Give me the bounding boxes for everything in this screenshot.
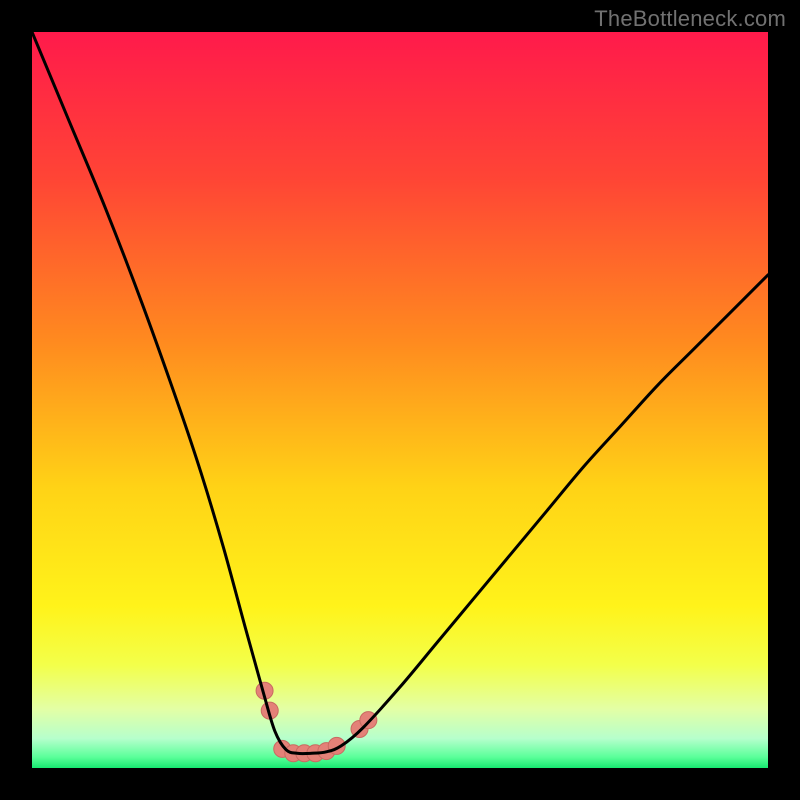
plot-area [32,32,768,768]
bottleneck-curve [32,32,768,754]
chart-frame: TheBottleneck.com [0,0,800,800]
watermark-text: TheBottleneck.com [594,6,786,32]
curve-layer [32,32,768,768]
